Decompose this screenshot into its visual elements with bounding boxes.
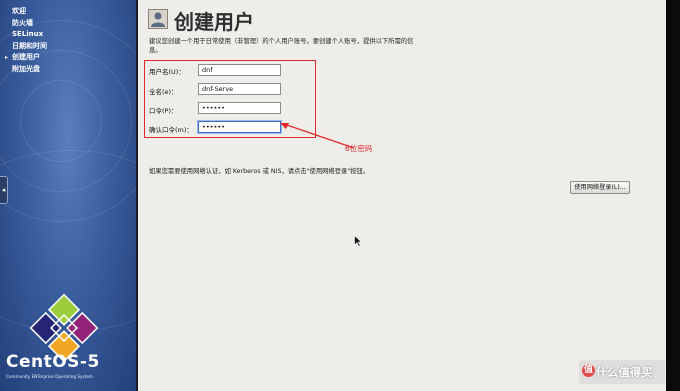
watermark-text: 什么值得买 — [596, 366, 653, 379]
intro-text: 建议您创建一个用于日常使用（非管理）的个人用户账号。要创建个人账号，提供以下所需… — [149, 38, 414, 54]
main-panel: 创建用户 建议您创建一个用于日常使用（非管理）的个人用户账号。要创建个人账号，提… — [138, 0, 666, 391]
fullname-field[interactable]: dnf-Serve — [198, 83, 281, 95]
watermark-logo-icon: 值 — [582, 364, 595, 377]
network-login-button[interactable]: 使用网络登录(L)... — [570, 181, 630, 194]
password-label: 口令(P)： — [149, 107, 178, 115]
annotation-label: 6位密码 — [345, 144, 373, 153]
sidebar-collapse-handle[interactable]: ◂ — [0, 176, 8, 204]
network-auth-text: 如果您需要使用网络认证，如 Kerberos 或 NIS，请点击"使用网络登录"… — [149, 168, 370, 175]
step-create-user: ▸ 创建用户 — [5, 52, 47, 64]
username-label: 用户名(U)： — [149, 68, 185, 76]
confirm-password-field[interactable]: •••••• — [198, 121, 281, 133]
brand-subtitle: Community ENTerprise Operating System — [6, 374, 94, 379]
step-firewall: 防火墙 — [12, 18, 33, 27]
sidebar: 欢迎 防火墙 SELinux 日期和时间 ▸ 创建用户 附加光盘 ◂ CentOS… — [0, 0, 136, 391]
fullname-label: 全名(e)： — [149, 88, 178, 96]
password-field[interactable]: •••••• — [198, 102, 281, 114]
confirm-password-label: 确认口令(m)： — [149, 126, 193, 134]
step-list: 欢迎 防火墙 SELinux 日期和时间 ▸ 创建用户 附加光盘 — [5, 6, 47, 75]
page-title: 创建用户 — [174, 10, 254, 34]
firstboot-screen: 欢迎 防火墙 SELinux 日期和时间 ▸ 创建用户 附加光盘 ◂ CentOS… — [0, 0, 680, 391]
step-welcome: 欢迎 — [12, 7, 26, 15]
screen-edge — [666, 0, 680, 391]
step-additional-cds: 附加光盘 — [12, 64, 40, 73]
user-icon — [148, 9, 168, 29]
brand-name: CentOS-5 — [6, 352, 100, 372]
step-selinux: SELinux — [12, 30, 44, 38]
step-date-time: 日期和时间 — [12, 41, 47, 50]
mouse-cursor-icon — [354, 235, 362, 247]
current-step-arrow-icon: ▸ — [5, 54, 9, 61]
username-field[interactable]: dnf — [198, 64, 281, 76]
